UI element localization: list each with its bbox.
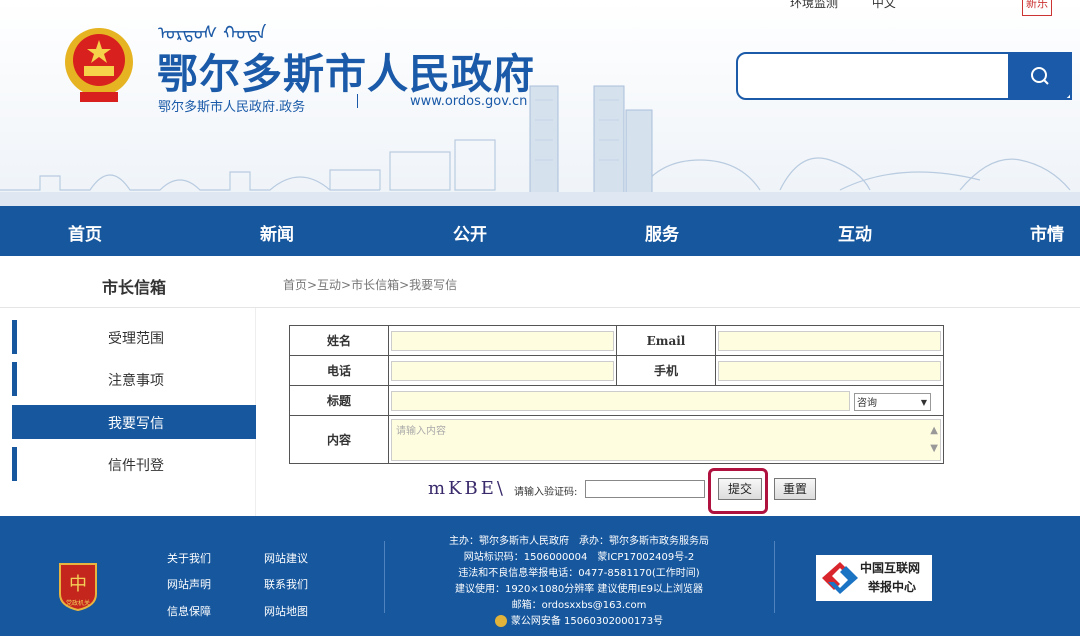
- sidebar-item-label: 信件刊登: [108, 458, 164, 474]
- nav-city-info[interactable]: 市情: [1030, 220, 1064, 245]
- party-gov-logo-icon: 中 党政机关: [59, 563, 97, 612]
- phone-input[interactable]: [391, 360, 614, 381]
- footer-info-line: 违法和不良信息举报电话：0477-8581170(工作时间): [458, 568, 700, 579]
- main-nav: 首页 新闻 公开 服务 互动 市情: [0, 206, 1080, 256]
- report-center-text: 中国互联网 举报中心: [860, 559, 920, 597]
- nav-service[interactable]: 服务: [645, 220, 679, 245]
- search-button[interactable]: [1008, 52, 1072, 100]
- name-label: 姓名: [289, 325, 389, 356]
- party-gov-logo-text: 党政机关: [66, 599, 90, 607]
- footer-link-statement[interactable]: 网站声明: [167, 576, 211, 592]
- captcha-label: 请输入验证码:: [514, 487, 578, 498]
- footer-link-contact[interactable]: 联系我们: [264, 576, 308, 592]
- captcha-input[interactable]: [585, 480, 705, 498]
- header-divider: [357, 94, 358, 108]
- nav-home[interactable]: 首页: [68, 220, 102, 245]
- site-title: 鄂尔多斯市人民政府: [157, 50, 535, 98]
- captcha-image[interactable]: mKBE\: [428, 478, 506, 499]
- sidebar-title: 市长信箱: [102, 278, 167, 297]
- footer-info-line: 主办：鄂尔多斯市人民政府 承办：鄂尔多斯市政务服务局: [449, 536, 709, 547]
- footer-record-text[interactable]: 蒙公网安备 15060302000173号: [511, 616, 663, 627]
- category-select-value: 咨询: [857, 398, 877, 409]
- mobile-input[interactable]: [718, 360, 941, 381]
- env-monitor-link[interactable]: 环境监测: [790, 0, 838, 10]
- footer-info-line: 建议使用：1920×1080分辨率 建议使用IE9以上浏览器: [454, 584, 704, 595]
- sidebar-item-label: 注意事项: [108, 373, 164, 389]
- search-input[interactable]: [738, 54, 1008, 98]
- footer-info-line: 蒙公网安备 15060302000173号: [400, 614, 758, 630]
- mobile-label: 手机: [616, 355, 716, 386]
- footer-info: 主办：鄂尔多斯市人民政府 承办：鄂尔多斯市政务服务局 网站标识码：1506000…: [400, 534, 758, 630]
- footer-divider: [774, 541, 775, 613]
- sidebar-item-marker: [12, 447, 17, 481]
- svg-text:中: 中: [69, 574, 87, 595]
- email-input[interactable]: [718, 330, 941, 351]
- sidebar-item-published[interactable]: 信件刊登: [12, 447, 256, 481]
- lang-chinese-link[interactable]: 中文: [872, 0, 896, 10]
- footer-link-sitemap[interactable]: 网站地图: [264, 603, 308, 619]
- footer-link-security[interactable]: 信息保障: [167, 603, 211, 619]
- nav-news[interactable]: 新闻: [260, 220, 294, 245]
- submit-highlight-annotation: [708, 468, 768, 514]
- content-textarea[interactable]: 请输入内容 ▲ ▼: [391, 418, 941, 461]
- category-select[interactable]: 咨询 ▼: [854, 393, 931, 411]
- footer-link-about[interactable]: 关于我们: [167, 550, 211, 566]
- sidebar-item-label: 受理范围: [108, 331, 164, 347]
- email-label: Email: [616, 325, 716, 356]
- phone-label: 电话: [289, 355, 389, 386]
- report-center-badge[interactable]: 中国互联网 举报中心: [816, 555, 932, 601]
- footer-info-line: 网站标识码：1506000004 蒙ICP17002409号-2: [463, 552, 695, 563]
- content-placeholder: 请输入内容: [396, 425, 446, 437]
- subject-label: 标题: [289, 385, 389, 416]
- letter-form: 姓名 Email 电话 手机 标题 内容 请输入内容 ▲ ▼: [289, 325, 944, 464]
- sidebar-item-scope[interactable]: 受理范围: [12, 320, 256, 354]
- footer-divider: [384, 541, 385, 613]
- scrollbar-arrows-icon[interactable]: ▲ ▼: [930, 422, 938, 458]
- sidebar-item-marker: [12, 320, 17, 354]
- captcha-text: mKBE\: [428, 478, 506, 499]
- sidebar-item-label: 我要写信: [108, 416, 164, 432]
- report-center-line: 举报中心: [868, 580, 917, 594]
- footer-info-line: 邮箱：ordosxxbs@163.com: [511, 600, 647, 611]
- search-box: [736, 52, 1072, 100]
- sidebar-item-write-letter[interactable]: 我要写信: [12, 405, 256, 439]
- subject-input[interactable]: [391, 390, 850, 411]
- content-label: 内容: [289, 415, 389, 464]
- footer-link-suggest[interactable]: 网站建议: [264, 550, 308, 566]
- nav-public[interactable]: 公开: [453, 220, 487, 245]
- national-emblem-icon: [65, 28, 133, 102]
- sidebar-item-notes[interactable]: 注意事项: [12, 362, 256, 396]
- police-badge-icon: [494, 615, 507, 627]
- search-icon: [1031, 67, 1049, 85]
- site-url: www.ordos.gov.cn: [410, 94, 528, 109]
- breadcrumb[interactable]: 首页>互动>市长信箱>我要写信: [283, 276, 457, 293]
- seal-icon: 新乐: [1022, 0, 1052, 16]
- report-center-line: 中国互联网: [860, 561, 921, 575]
- top-links: 环境监测 中文: [790, 0, 926, 11]
- reset-button[interactable]: 重置: [774, 478, 816, 500]
- sidebar-item-marker: [12, 362, 17, 396]
- name-input[interactable]: [391, 330, 614, 351]
- breadcrumb-divider: [268, 307, 1080, 308]
- site-subtitle: 鄂尔多斯市人民政府.政务: [158, 100, 306, 115]
- site-header: 环境监测 中文 新乐 ᠣᠷᠳᠣᠰ ᠬᠣᠲᠠ 鄂尔多斯市人民政府 鄂尔多斯市人民政…: [0, 0, 1080, 206]
- chevron-down-icon: ▼: [920, 398, 927, 407]
- nav-interaction[interactable]: 互动: [838, 220, 872, 245]
- report-center-logo-icon: [822, 562, 858, 594]
